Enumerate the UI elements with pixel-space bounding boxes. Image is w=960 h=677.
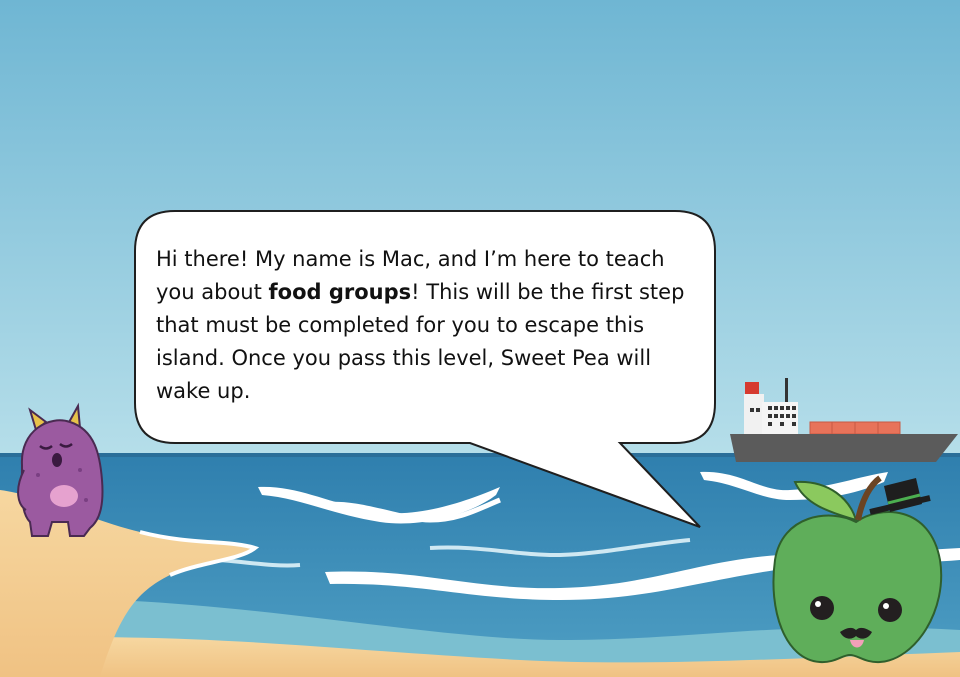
dialogue-keyword-food-groups: food groups (268, 280, 412, 304)
dialogue-text: Hi there! My name is Mac, and I’m here t… (156, 243, 696, 408)
